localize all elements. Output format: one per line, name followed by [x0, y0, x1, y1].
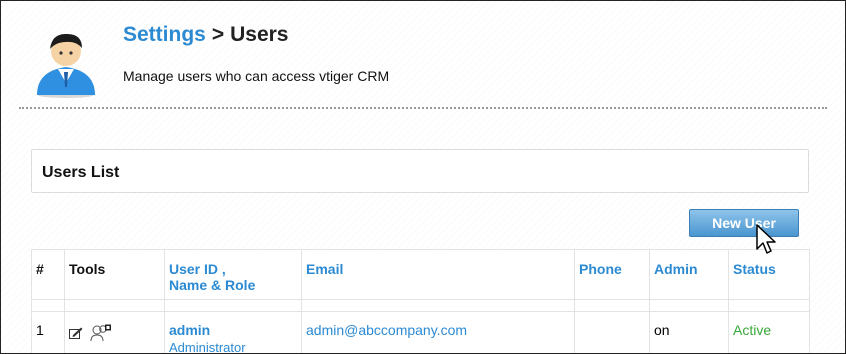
row-user-id: admin Administrator: [164, 311, 302, 354]
user-role: Administrator: [169, 340, 246, 354]
col-header-phone[interactable]: Phone: [574, 249, 650, 300]
section-title: Users List: [42, 164, 120, 181]
new-user-button[interactable]: New User: [689, 209, 799, 237]
col-header-user-id-line2: Name & Role: [169, 277, 256, 293]
col-header-user-id-line1: User ID ,: [169, 261, 226, 277]
mouse-pointer-icon: [756, 224, 776, 254]
dotted-divider: [19, 107, 827, 109]
col-header-tools: Tools: [64, 249, 165, 300]
col-header-number: #: [31, 249, 65, 300]
row-tools: [64, 311, 165, 353]
row-admin: on: [649, 311, 729, 353]
breadcrumb-current: Users: [230, 23, 289, 46]
row-phone: [574, 311, 650, 353]
col-header-user-id[interactable]: User ID , Name & Role: [164, 249, 302, 300]
settings-users-page: Settings > Users Manage users who can acce…: [0, 0, 846, 354]
table-spacer-row: [31, 299, 810, 312]
col-header-admin[interactable]: Admin: [649, 249, 729, 300]
user-id-link[interactable]: admin: [169, 322, 210, 338]
edit-icon[interactable]: [69, 327, 83, 339]
row-email: admin@abccompany.com: [301, 311, 575, 353]
breadcrumb-separator: >: [211, 23, 225, 46]
table-header-row: # Tools User ID , Name & Role Email Phon…: [31, 249, 810, 300]
email-link[interactable]: admin@abccompany.com: [306, 322, 467, 338]
breadcrumb: Settings > Users: [123, 23, 289, 47]
col-header-email[interactable]: Email: [301, 249, 575, 300]
users-list-header: Users List: [31, 149, 809, 193]
table-row: 1 admin Administrator admin@abccompany.c…: [31, 311, 810, 354]
users-table: # Tools User ID , Name & Role Email Phon…: [31, 249, 810, 354]
row-number: 1: [31, 311, 65, 353]
user-admin-avatar-icon: [37, 33, 95, 98]
breadcrumb-settings-link[interactable]: Settings: [123, 23, 206, 46]
row-status: Active: [728, 311, 810, 353]
page-subtitle: Manage users who can access vtiger CRM: [123, 68, 390, 84]
duplicate-user-icon[interactable]: [90, 324, 112, 342]
